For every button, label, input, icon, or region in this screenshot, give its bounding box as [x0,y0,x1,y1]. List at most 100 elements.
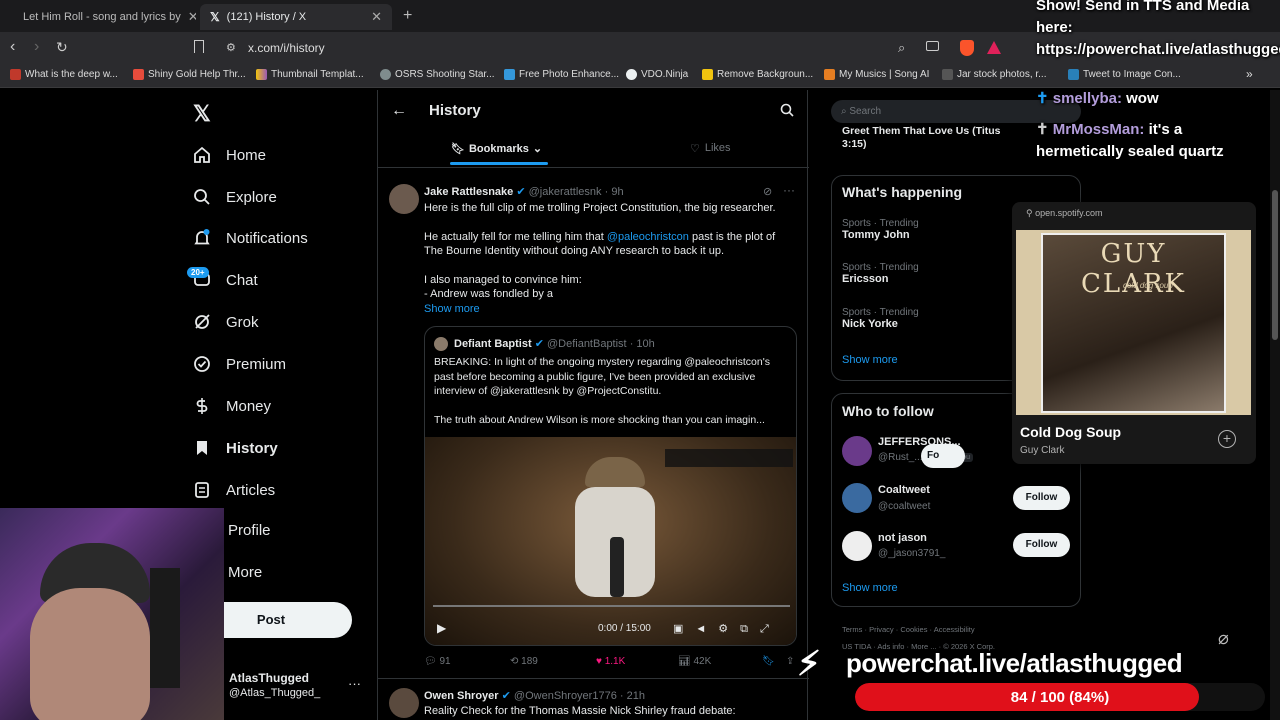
x-logo-icon[interactable]: 𝕏 [193,101,211,127]
settings-icon[interactable]: ⚙ [718,623,740,635]
bookmark-item[interactable]: OSRS Shooting Star... [380,69,495,80]
grok-icon[interactable]: ⊘ [763,185,772,198]
site-info-icon[interactable]: ⚙ [226,41,236,54]
song-title[interactable]: Cold Dog Soup [1020,424,1121,440]
back-arrow-icon[interactable]: ← [391,102,407,120]
avatar[interactable] [389,688,419,718]
show-more-link[interactable]: Show more [424,302,799,317]
avatar[interactable] [842,483,872,513]
account-name[interactable]: AtlasThugged [229,671,309,685]
reply-button[interactable]: 💬︎ 91 [424,656,451,667]
quote-handle[interactable]: @DefiantBaptist [547,338,627,350]
bookmark-item[interactable]: What is the deep w... [10,69,118,80]
play-icon[interactable]: ▶ [437,621,446,635]
bookmark-item[interactable]: Jar stock photos, r... [942,69,1046,80]
follow-name[interactable]: not jason [878,532,927,544]
mention-link[interactable]: @paleochristcon [607,231,689,243]
bookmark-item[interactable]: Remove Backgroun... [702,69,813,80]
trend-item[interactable]: Sports · Trending Tommy John [842,218,919,241]
bookmark-item[interactable]: My Musics | Song AI [824,69,929,80]
footer-link[interactable]: Privacy [869,625,894,634]
tweet-author-name[interactable]: Jake Rattlesnake [424,186,513,198]
brave-shield-icon[interactable] [960,40,974,56]
reload-icon[interactable]: ↻ [56,39,68,56]
forward-icon[interactable]: › [34,38,39,56]
tab-likes[interactable]: ♡ Likes [690,142,731,155]
close-tab-icon[interactable]: ✕ [371,9,382,25]
tab-spotify[interactable]: Let Him Roll - song and lyrics by ✕ [6,4,196,30]
follow-button[interactable]: Fo [921,444,965,468]
tab-history[interactable]: 𝕏 (121) History / X ✕ [200,4,392,30]
scrollbar-thumb[interactable] [1272,190,1278,340]
partial-trend[interactable]: Greet Them That Love Us (Titus 3:15) [842,125,1022,151]
sidebar-item-home[interactable]: Home [192,145,266,165]
avatar[interactable] [389,184,419,214]
tweet-handle[interactable]: @OwenShroyer1776 [514,690,617,702]
sidebar-item-profile[interactable]: Profile [228,522,271,539]
quote-author-name[interactable]: Defiant Baptist [454,338,532,350]
bookmark-item[interactable]: Tweet to Image Con... [1068,69,1181,80]
views-button[interactable]: 📊︎ 42K [678,656,711,667]
video-player[interactable]: ▶ 0:00 / 15:00 ▣◄⚙⧉⤢ [425,437,796,645]
artist-name[interactable]: Guy Clark [1020,445,1064,456]
footer-link[interactable]: Terms [842,625,862,634]
sidebar-item-history[interactable]: History [192,438,278,458]
sidebar-item-articles[interactable]: Articles [192,480,275,500]
trend-item[interactable]: Sports · Trending Nick Yorke [842,307,919,330]
sidebar-item-explore[interactable]: Explore [192,187,277,207]
add-to-library-icon[interactable]: + [1218,430,1236,448]
show-more-link[interactable]: Show more [842,354,898,366]
follow-button[interactable]: Follow [1013,486,1070,510]
avatar[interactable] [842,531,872,561]
chat-badge: 20+ [187,267,209,278]
tab-bookmarks[interactable]: 🔖︎ Bookmarks ⌄ [451,142,542,156]
repost-button[interactable]: ⟲ 189 [510,656,538,667]
bookmark-item[interactable]: VDO.Ninja [626,69,688,80]
account-menu-icon[interactable]: ··· [348,676,361,691]
tweet-handle[interactable]: @jakerattlesnk [529,186,602,198]
sidebar-item-money[interactable]: Money [192,396,271,416]
bookmark-icon[interactable]: 🔖︎ [762,656,775,667]
pip-icon[interactable]: ⧉ [740,623,760,635]
sidebar-item-grok[interactable]: Grok [192,312,259,332]
back-icon[interactable]: ‹ [10,38,15,56]
fullscreen-icon[interactable]: ⤢ [760,623,781,635]
scrollbar[interactable] [1270,90,1280,720]
spotify-mini-player[interactable]: ⚲ open.spotify.com GUY CLARK cold dog so… [1012,202,1256,464]
share-icon[interactable]: ⇪ [786,656,794,667]
sword-icon: ✝ [1036,121,1049,138]
show-more-link[interactable]: Show more [842,582,898,594]
tweet-time[interactable]: 21h [627,690,645,702]
sidebar-item-premium[interactable]: Premium [192,354,286,374]
zoom-icon[interactable]: ⌕ [898,40,905,56]
bookmark-page-icon[interactable] [194,40,204,53]
follow-button[interactable]: Follow [1013,533,1070,557]
cast-icon[interactable] [926,41,939,51]
more-bookmarks-icon[interactable]: » [1246,67,1253,81]
close-tab-icon[interactable]: ✕ [188,9,196,25]
new-tab-icon[interactable]: + [403,7,412,25]
tweet-time[interactable]: 9h [611,186,623,198]
footer-link[interactable]: Accessibility [934,625,975,634]
quote-tweet[interactable]: Defiant Baptist ✔ @DefiantBaptist · 10h … [424,326,797,646]
tweet-author-name[interactable]: Owen Shroyer [424,690,499,702]
url-field[interactable]: x.com/i/history [248,37,1038,59]
more-options-icon[interactable]: ··· [783,183,795,197]
follow-name[interactable]: Coaltweet [878,484,930,496]
search-icon[interactable] [780,103,794,122]
bookmark-item[interactable]: Shiny Gold Help Thr... [133,69,246,80]
trend-item[interactable]: Sports · Trending Ericsson [842,262,919,285]
brave-rewards-icon[interactable] [987,41,1001,54]
sidebar-item-notifications[interactable]: Notifications [192,228,308,248]
bookmark-item[interactable]: Free Photo Enhance... [504,69,619,80]
volume-icon[interactable]: ◄ [695,623,718,635]
quote-text-line: interview of @jakerattlesnk by @ProjectC… [434,385,662,397]
avatar[interactable] [842,436,872,466]
footer-link[interactable]: Cookies [900,625,927,634]
bookmark-item[interactable]: Thumbnail Templat... [256,69,364,80]
video-progress-bar[interactable] [433,605,790,607]
captions-icon[interactable]: ▣ [673,623,695,635]
quote-time[interactable]: 10h [636,338,654,350]
like-button[interactable]: ♥ 1.1K [596,656,625,667]
sidebar-item-more[interactable]: More [228,564,262,581]
